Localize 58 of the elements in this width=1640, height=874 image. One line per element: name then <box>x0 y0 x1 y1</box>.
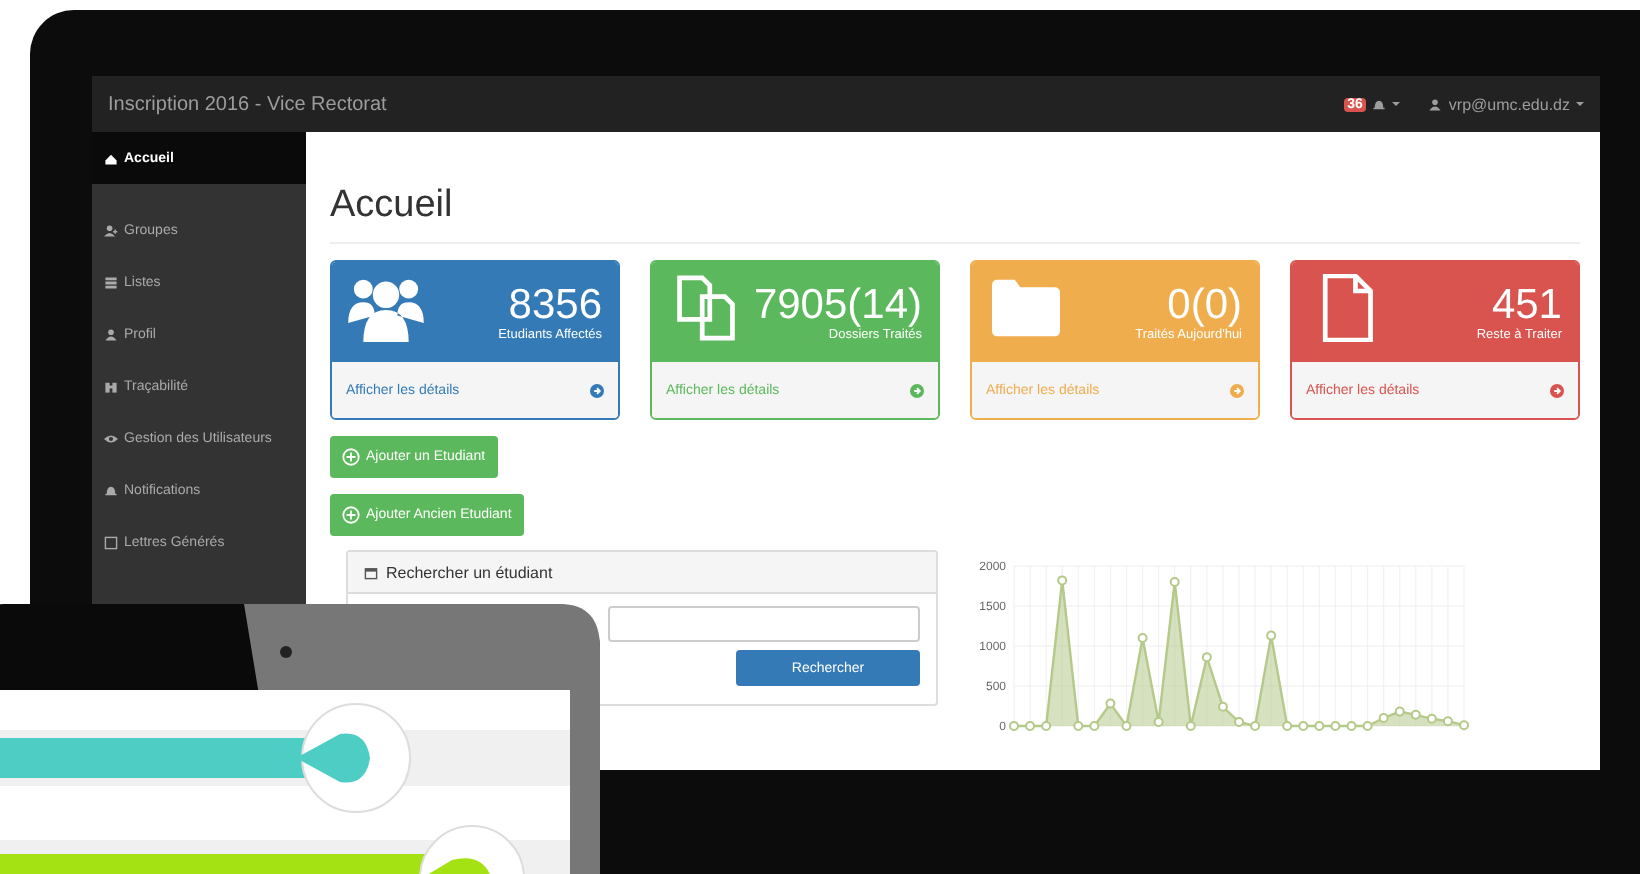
stat-value: 8356 <box>508 281 602 328</box>
calendar-icon <box>364 565 378 579</box>
caret-icon[interactable] <box>1576 102 1584 106</box>
stat-value: 7905(14) <box>753 281 922 328</box>
users-icon <box>348 274 424 342</box>
app-title: Inscription 2016 - Vice Rectorat <box>108 93 389 115</box>
binoculars-icon <box>104 379 118 393</box>
data-point <box>1025 721 1036 731</box>
data-point <box>1266 630 1277 641</box>
data-point <box>1073 721 1084 731</box>
square-icon <box>104 535 118 549</box>
panel-title: Rechercher un étudiant <box>386 563 553 581</box>
data-point <box>1250 721 1261 731</box>
data-point <box>1442 716 1453 727</box>
plus-circle-icon <box>342 448 360 466</box>
user-icon <box>104 327 118 341</box>
arrow-circle-icon[interactable] <box>1550 383 1564 397</box>
caret-icon[interactable] <box>1392 102 1401 106</box>
data-point <box>1459 720 1469 731</box>
bell-icon[interactable] <box>1372 97 1387 111</box>
search-field[interactable] <box>608 606 920 642</box>
user-icon <box>1428 97 1443 111</box>
stat-value: 451 <box>1491 281 1562 328</box>
data-point <box>1185 721 1196 731</box>
page-title: Accueil <box>330 184 1580 244</box>
bell-icon <box>104 483 118 497</box>
data-point <box>1089 721 1100 731</box>
data-point <box>1217 701 1228 712</box>
data-point <box>1410 709 1421 720</box>
data-point <box>1041 721 1052 731</box>
data-point <box>1169 577 1180 587</box>
data-point <box>1362 721 1373 731</box>
data-point <box>1121 721 1132 731</box>
data-point <box>1298 721 1309 731</box>
data-point <box>1378 713 1389 723</box>
eye-icon <box>104 431 118 445</box>
plus-circle-icon <box>342 506 360 524</box>
data-point <box>1394 706 1405 717</box>
data-point <box>1282 721 1293 731</box>
data-point <box>1346 721 1357 731</box>
data-point <box>1057 575 1068 586</box>
arrow-circle-icon[interactable] <box>590 383 604 397</box>
data-point <box>1330 721 1341 731</box>
folder-icon <box>988 274 1064 342</box>
data-point <box>1009 721 1019 731</box>
data-point <box>1153 717 1164 727</box>
list-icon <box>104 275 118 289</box>
data-point <box>1426 713 1437 724</box>
home-icon <box>104 151 118 165</box>
data-point <box>1201 652 1212 663</box>
data-point <box>1234 717 1244 727</box>
user-email[interactable]: vrp@umc.edu.dz <box>1448 95 1570 113</box>
arrow-circle-icon[interactable] <box>910 383 924 397</box>
users-icon <box>104 223 118 237</box>
data-point <box>1137 633 1148 643</box>
stat-value: 0(0) <box>1167 281 1242 328</box>
data-point <box>1314 721 1325 731</box>
data-point <box>1105 698 1116 709</box>
